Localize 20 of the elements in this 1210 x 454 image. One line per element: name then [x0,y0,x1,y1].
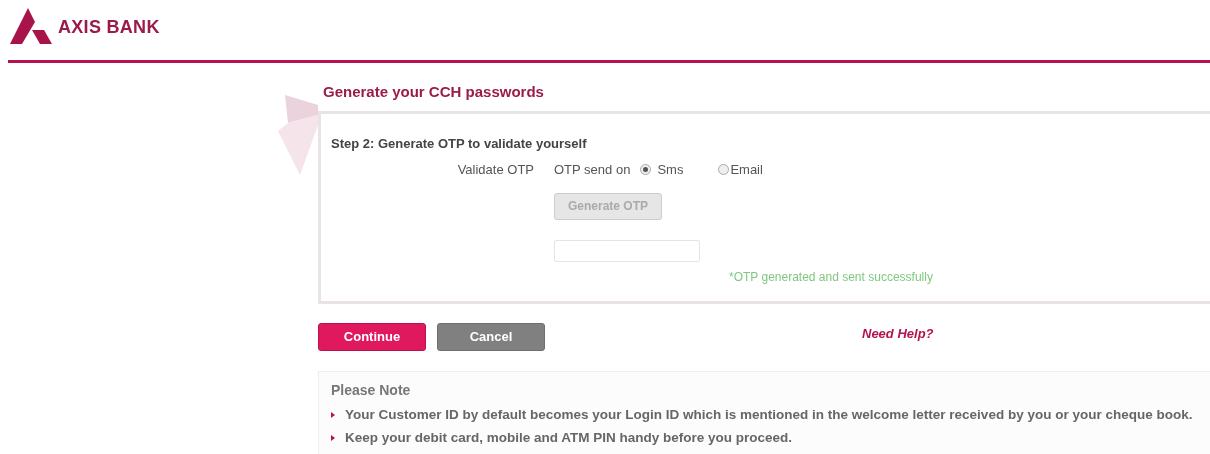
note-text: Your Customer ID by default becomes your Login ID which is mentioned in the welcome letter received by you or your cheque book. [345,406,1193,424]
send-label: OTP send on [554,161,631,179]
radio-label[interactable]: Email [730,160,763,180]
radio-label[interactable]: Sms [657,160,684,180]
radio-button[interactable] [718,164,730,176]
field-label: Validate OTP [456,161,534,179]
logo-text: AXIS BANK [58,16,160,39]
page-title: Generate your CCH passwords [323,82,545,102]
logo-icon [8,8,52,46]
note-text: Keep your debit card, mobile and ATM PIN handy before you proceed. [345,429,793,447]
otp-input-field[interactable] [554,239,700,262]
bullet-icon [331,435,335,441]
continue-button[interactable]: Continue [318,323,426,351]
note-title: Please Note [331,381,412,400]
radio-button[interactable] [640,164,652,176]
step-title: Step 2: Generate OTP to validate yourself [331,135,588,153]
success-message: *OTP generated and sent successfully [729,268,934,286]
bullet-icon [331,412,335,418]
cancel-button[interactable]: Cancel [437,323,545,351]
help-link[interactable]: Need Help? [862,324,934,352]
